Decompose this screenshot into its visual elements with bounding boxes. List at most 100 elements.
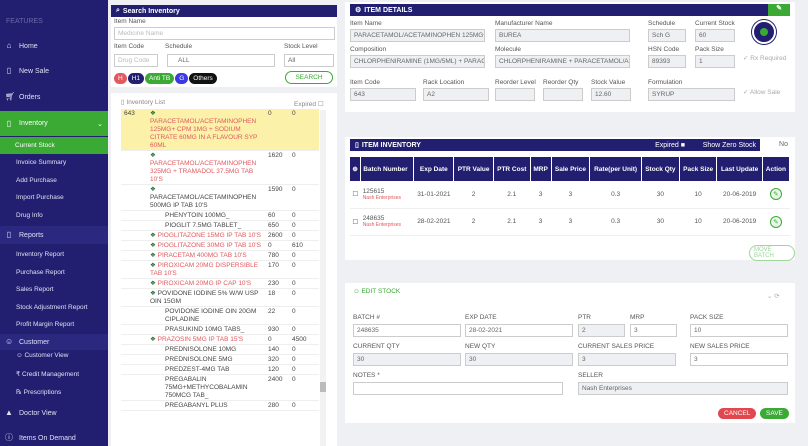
sidebar-sub-add-purchase[interactable]: Add Purchase — [16, 177, 57, 184]
schedule-select[interactable]: ALL — [167, 54, 275, 67]
inventory-row[interactable]: ❖ PIOGLITAZONE 15MG IP TAB 10'S 2600 0 — [121, 230, 319, 241]
new-price-input[interactable]: 3 — [690, 353, 788, 366]
seller-input[interactable]: Nash Enterprises — [578, 382, 788, 395]
rx-required-toggle[interactable]: ✓ Rx Required — [743, 54, 786, 62]
sidebar-item-items-on-demand[interactable]: ⓘ Items On Demand — [0, 434, 108, 442]
sidebar-sub-inventory-report[interactable]: Inventory Report — [16, 251, 64, 258]
exp-input[interactable]: 28-02-2021 — [465, 324, 573, 337]
current-stock-field[interactable]: 60 — [695, 29, 735, 42]
pill-h[interactable]: H — [114, 73, 127, 84]
mrp-input[interactable]: 3 — [630, 324, 677, 337]
search-button[interactable]: SEARCH — [285, 71, 333, 84]
manufacturer-label: Manufacturer Name — [495, 20, 553, 27]
inventory-row[interactable]: PHENYTOIN 100MG_ 60 0 — [121, 210, 319, 221]
sidebar-sub-drug-info[interactable]: Drug Info — [16, 212, 43, 219]
inventory-row[interactable]: ❖ PARACETAMOL/ACETAMINOPHEN 500MG IP TAB… — [121, 184, 319, 211]
cur-price-input[interactable]: 3 — [578, 353, 676, 366]
molecule-field[interactable]: CHLORPHENIRAMINE + PARACETAMOL/ACETA — [495, 55, 630, 68]
manufacturer-field[interactable]: BUREA — [495, 29, 630, 42]
sidebar-sub-profit-margin-report[interactable]: Profit Margin Report — [16, 321, 74, 328]
expired-filter[interactable]: Expired ☐ — [294, 100, 324, 108]
inventory-row[interactable]: ❖ PARACETAMOL/ACETAMINOPHEN 325MG + TRAM… — [121, 150, 319, 185]
sidebar-item-customer[interactable]: ☺ Customer — [0, 334, 108, 350]
rack-field[interactable]: A2 — [423, 88, 489, 101]
row-checkbox[interactable]: ☐ — [350, 181, 361, 209]
stock-level-select[interactable]: All — [284, 54, 334, 67]
hsn-field[interactable]: 89393 — [648, 55, 686, 68]
pack-input[interactable]: 10 — [690, 324, 788, 337]
edit-icon[interactable]: ✎ — [769, 188, 782, 201]
inventory-row[interactable]: PRASUKIND 10MG TABS_ 930 0 — [121, 324, 319, 335]
sidebar-item-new-sale[interactable]: ▯ New Sale — [0, 67, 108, 75]
sidebar-item-doctor-view[interactable]: ▲ Doctor View — [0, 409, 108, 417]
item-name: POVIDONE IODINE OIN 20GM CIPLADINE — [165, 308, 257, 323]
inventory-row[interactable]: ❖ POVIDONE IODINE 5% W/W USP OIN 15GM 18 0 — [121, 288, 319, 307]
batch-table: ⊕ Batch Number Exp Date PTR Value PTR Cost MR… — [350, 157, 791, 236]
sidebar-sub-current-stock[interactable]: Current Stock — [15, 142, 55, 149]
sidebar-item-orders[interactable]: 🛒︎ Orders — [0, 93, 108, 101]
pill-g[interactable]: G — [175, 73, 189, 84]
move-batch-button[interactable]: MOVE BATCH — [749, 245, 795, 261]
notes-input[interactable] — [353, 382, 563, 395]
inventory-row[interactable]: PREDZEST-4MG TAB 120 0 — [121, 364, 319, 375]
inventory-row[interactable]: PREDNISOLONE 10MG 140 0 — [121, 344, 319, 355]
item-name: PIOGLIT 7.5MG TABLET_ — [165, 222, 242, 229]
expired-qty: 0 — [289, 400, 319, 411]
allow-sale-toggle[interactable]: ✓ Allow Sale — [743, 88, 783, 96]
reorder-qty-field[interactable] — [543, 88, 583, 101]
row-checkbox[interactable]: ☐ — [350, 208, 361, 236]
edit-icon[interactable]: ✎ — [768, 4, 790, 16]
show-zero-stock-toggle[interactable]: No — [760, 139, 790, 151]
select-all-icon[interactable]: ⊕ — [350, 157, 362, 181]
sidebar-sub-sales-report[interactable]: Sales Report — [16, 286, 54, 293]
save-button[interactable]: SAVE — [760, 408, 789, 419]
item-name-field[interactable]: PARACETAMOL/ACETAMINOPHEN 125MG+ CP — [350, 29, 485, 42]
expired-filter[interactable]: Expired ■ — [655, 142, 685, 149]
composition-field[interactable]: CHLORPHENIRAMINE (1MG/5ML) + PARACETA — [350, 55, 485, 68]
sidebar-item-inventory[interactable]: ▯ Inventory ⌄ — [0, 111, 108, 136]
inventory-row[interactable]: POVIDONE IODINE OIN 20GM CIPLADINE 22 0 — [121, 306, 319, 325]
new-qty-input[interactable]: 30 — [465, 353, 573, 366]
inventory-row[interactable]: 643 ❖ PARACETAMOL/ACETAMINOPHEN 125MG+ CP… — [121, 109, 319, 151]
pill-h1[interactable]: H1 — [127, 73, 145, 84]
cur-qty-input[interactable]: 30 — [353, 353, 461, 366]
ptr-input[interactable]: 2 — [578, 324, 625, 337]
schedule-field[interactable]: Sch G — [648, 29, 686, 42]
sidebar-sub-invoice-summary[interactable]: Invoice Summary — [16, 159, 66, 166]
sidebar-sub-customer-view[interactable]: ☺ Customer View — [16, 352, 68, 359]
label: Allow Sale — [749, 89, 781, 96]
cancel-button[interactable]: CANCEL — [718, 408, 757, 419]
sidebar-sub-stock-adjustment-report[interactable]: Stock Adjustment Report — [16, 304, 88, 311]
formulation-field[interactable]: SYRUP — [648, 88, 735, 101]
batch-input[interactable]: 248635 — [353, 324, 461, 337]
sidebar-sub-credit-management[interactable]: ₹ Credit Management — [16, 370, 79, 378]
scrollbar[interactable] — [320, 110, 326, 446]
reorder-level-field[interactable] — [495, 88, 535, 101]
inventory-row[interactable]: PREGABALIN 75MG+METHYCOBALAMIN 750MCG TA… — [121, 374, 319, 401]
medicine-name-input[interactable]: Medicine Name — [114, 27, 335, 40]
inventory-row[interactable]: ❖ PIROXICAM 20MG IP CAP 10'S 230 0 — [121, 278, 319, 289]
pill-anti-tb[interactable]: Anti TB — [145, 73, 175, 84]
sidebar-sub-purchase-report[interactable]: Purchase Report — [16, 269, 65, 276]
sidebar-sub-import-purchase[interactable]: Import Purchase — [16, 194, 64, 201]
inventory-row[interactable]: ❖ PIOGLITAZONE 30MG IP TAB 10'S 0 610 — [121, 240, 319, 251]
inventory-row[interactable]: ❖ PIROXICAM 20MG DISPERSIBLE TAB 10'S 170… — [121, 260, 319, 279]
sidebar-item-home[interactable]: ⌂ Home — [0, 42, 108, 50]
inventory-row[interactable]: PIOGLIT 7.5MG TABLET_ 650 0 — [121, 220, 319, 231]
formulation-label: Formulation — [648, 79, 683, 86]
inventory-row[interactable]: ❖ PIRACETAM 400MG TAB 10'S 780 0 — [121, 250, 319, 261]
inventory-row[interactable]: PREGABANYL PLUS 280 0 — [121, 400, 319, 411]
pill-others[interactable]: Others — [189, 73, 217, 84]
edit-icon[interactable]: ✎ — [769, 215, 782, 228]
collapse-refresh-icons[interactable]: ⌄ ⟳ — [767, 292, 780, 300]
sale-cell: 3 — [551, 181, 590, 209]
sidebar-item-reports[interactable]: ▯ Reports — [0, 226, 108, 244]
inventory-row[interactable]: ❖ PRAZOSIN 5MG IP TAB 15'S 0 4500 — [121, 334, 319, 345]
stock-value-field[interactable]: 12.60 — [591, 88, 631, 101]
drug-code-input[interactable]: Drug Code — [114, 54, 158, 67]
inventory-row[interactable]: PREDNISOLONE 5MG 320 0 — [121, 354, 319, 365]
sidebar-sub-prescriptions[interactable]: ℞ Prescriptions — [16, 388, 61, 396]
item-code-field[interactable]: 643 — [350, 88, 416, 101]
pack-field[interactable]: 1 — [695, 55, 735, 68]
label: Expired — [294, 101, 317, 108]
